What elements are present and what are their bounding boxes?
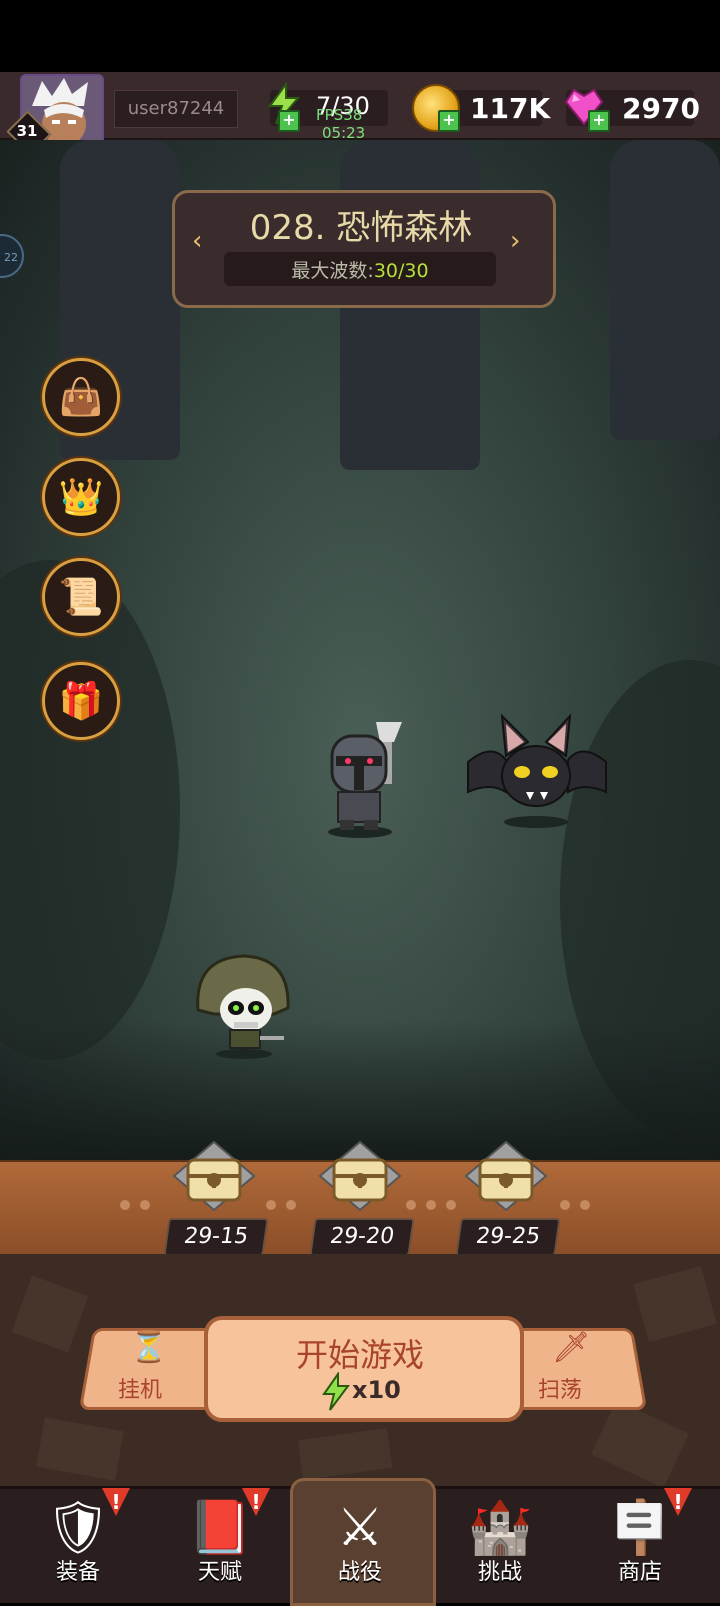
reward-chest[interactable] [464,1140,548,1214]
reward-chest[interactable] [172,1140,256,1214]
max-wave-value: 30/30 [373,260,429,282]
reward-chest[interactable] [318,1140,402,1214]
tree-trunk [610,140,720,440]
gift-button[interactable]: 🎁 [42,662,120,740]
bg-tile [11,1275,89,1353]
bg-tile [633,1265,717,1343]
alert-icon: ! [242,1488,270,1516]
hourglass-icon: ⏳ [130,1330,168,1365]
max-wave-label: 最大波数: [291,260,374,282]
progress-dot [120,1200,130,1210]
crown-icon: 👑 [58,477,104,518]
add-energy-icon[interactable]: + [278,110,300,132]
alert-icon: ! [664,1488,692,1516]
progress-dot [266,1200,276,1210]
nav-label: 战役 [337,1560,382,1585]
gift-bag-icon: 🎁 [58,681,104,722]
start-cost: x10 [352,1376,401,1404]
status-bar-area [0,0,720,72]
progress-dot [580,1200,590,1210]
player-level: 31 [16,122,38,140]
start-game-label: 开始游戏 [295,1336,424,1374]
progress-dot [560,1200,570,1210]
scroll-button[interactable]: 📜 [42,558,120,636]
alert-badge: ! [242,1488,276,1518]
add-coin-icon[interactable]: + [438,110,460,132]
nav-challenge[interactable]: 🏰 挑战 [430,1492,570,1594]
nav-campaign[interactable]: ⚔ 战役 [290,1492,430,1594]
max-wave-text: 最大波数:30/30 [224,256,496,283]
stage-title: 028. 恐怖森林 [249,208,473,248]
reward-stage-label: 29-15 [163,1218,269,1256]
bg-tile [591,1399,689,1486]
add-gem-icon[interactable]: + [588,110,610,132]
bag-button[interactable]: 👜 [42,358,120,436]
nav-label: 挑战 [477,1560,522,1585]
nav-label: 商店 [617,1560,662,1585]
crown-button[interactable]: 👑 [42,458,120,536]
energy-bolt-icon [320,1370,350,1420]
progress-dot [426,1200,436,1210]
scene-fade [0,1020,720,1160]
progress-dot [286,1200,296,1210]
satchel-icon: 👜 [58,377,104,418]
bg-tile [36,1417,124,1481]
nav-label: 装备 [55,1560,100,1585]
alert-badge: ! [102,1488,136,1518]
sword-icon: 🗡 [552,1330,591,1365]
progress-dot [446,1200,456,1210]
username-label: user87244 [114,90,238,128]
bg-tile [297,1427,393,1481]
coin-value: 117K [470,92,551,125]
alert-badge: ! [664,1488,698,1518]
shadow-patch [0,560,180,1060]
gem-value: 2970 [622,92,700,125]
alert-icon: ! [102,1488,130,1516]
scroll-icon: 📜 [58,577,104,618]
nav-label: 天赋 [197,1560,242,1585]
reward-stage-label: 29-25 [455,1218,561,1256]
fps-counter: FPS38 [316,106,363,124]
progress-dot [406,1200,416,1210]
bat-enemy [462,712,612,832]
idle-label: 挂机 [118,1378,163,1403]
progress-dot [140,1200,150,1210]
reward-stage-label: 29-20 [309,1218,415,1256]
skeleton-hero [190,950,300,1060]
knight-enemy [320,720,410,840]
sweep-label: 扫荡 [538,1378,583,1403]
